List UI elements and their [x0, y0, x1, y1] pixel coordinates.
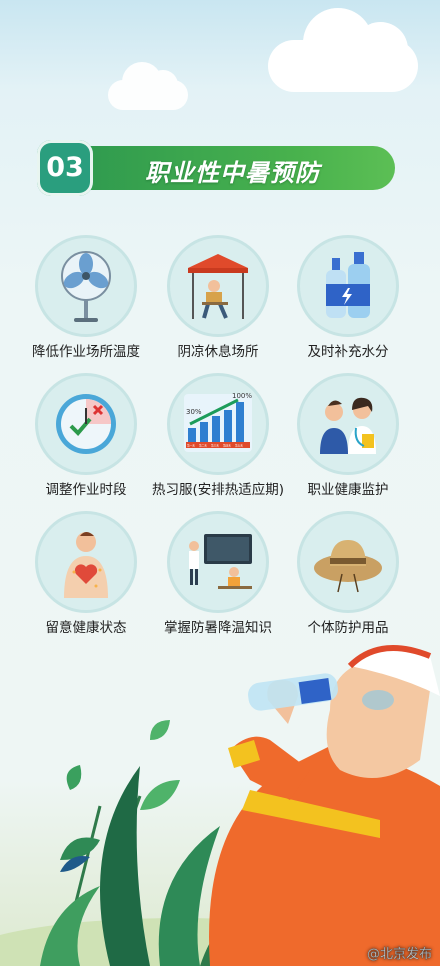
section-number: 03 [37, 140, 93, 196]
item-hydration: 及时补充水分 [278, 238, 418, 368]
item-ppe: 个体防护用品 [278, 514, 418, 644]
item-health-monitoring: 职业健康监护 [278, 376, 418, 506]
shade-tent-rest-icon [170, 238, 266, 334]
chart-day-label: 第二天 [199, 444, 207, 448]
doctor-patient-icon [300, 376, 396, 472]
item-label: 个体防护用品 [307, 620, 389, 636]
cloud-decoration [268, 8, 418, 92]
chart-day-label: 第三天 [211, 444, 219, 448]
item-label: 调整作业时段 [45, 482, 127, 498]
item-label: 阴凉休息场所 [177, 344, 259, 360]
item-knowledge: 掌握防暑降温知识 [148, 514, 288, 644]
chart-start-percent: 30% [186, 408, 202, 416]
worker-figure [209, 645, 440, 966]
acclimatization-chart-icon: 30% 100% 第一天 第二天 第三天 第四天 第五天 [170, 376, 266, 472]
clock-icon [38, 376, 134, 472]
chart-day-label: 第五天 [235, 444, 243, 448]
item-acclimatization: 30% 100% 第一天 第二天 第三天 第四天 第五天 热习服(安排热适应期) [148, 376, 288, 506]
section-header: 职业性中暑预防 03 [37, 140, 395, 196]
item-health-status: 留意健康状态 [16, 514, 156, 644]
cloud-decoration [108, 62, 188, 110]
straw-hat-icon [300, 514, 396, 610]
electric-fan-icon [38, 238, 134, 334]
item-label: 掌握防暑降温知识 [164, 620, 272, 636]
item-shade-rest: 阴凉休息场所 [148, 238, 288, 368]
item-label: 留意健康状态 [45, 620, 127, 636]
watermark-text: @北京发布 [367, 946, 432, 962]
worker-drinking-illustration: @北京发布 [0, 645, 440, 966]
item-label: 降低作业场所温度 [32, 344, 140, 360]
heart-body-icon [38, 514, 134, 610]
item-adjust-hours: 调整作业时段 [16, 376, 156, 506]
section-title: 职业性中暑预防 [145, 159, 320, 187]
item-label: 职业健康监护 [307, 482, 389, 498]
chart-day-label: 第四天 [223, 444, 231, 448]
item-lower-temperature: 降低作业场所温度 [16, 238, 156, 368]
item-label: 热习服(安排热适应期) [151, 482, 285, 498]
chart-day-label: 第一天 [187, 444, 195, 448]
water-bottles-icon [300, 238, 396, 334]
chart-end-percent: 100% [232, 392, 252, 400]
classroom-training-icon [170, 514, 266, 610]
item-label: 及时补充水分 [307, 344, 389, 360]
